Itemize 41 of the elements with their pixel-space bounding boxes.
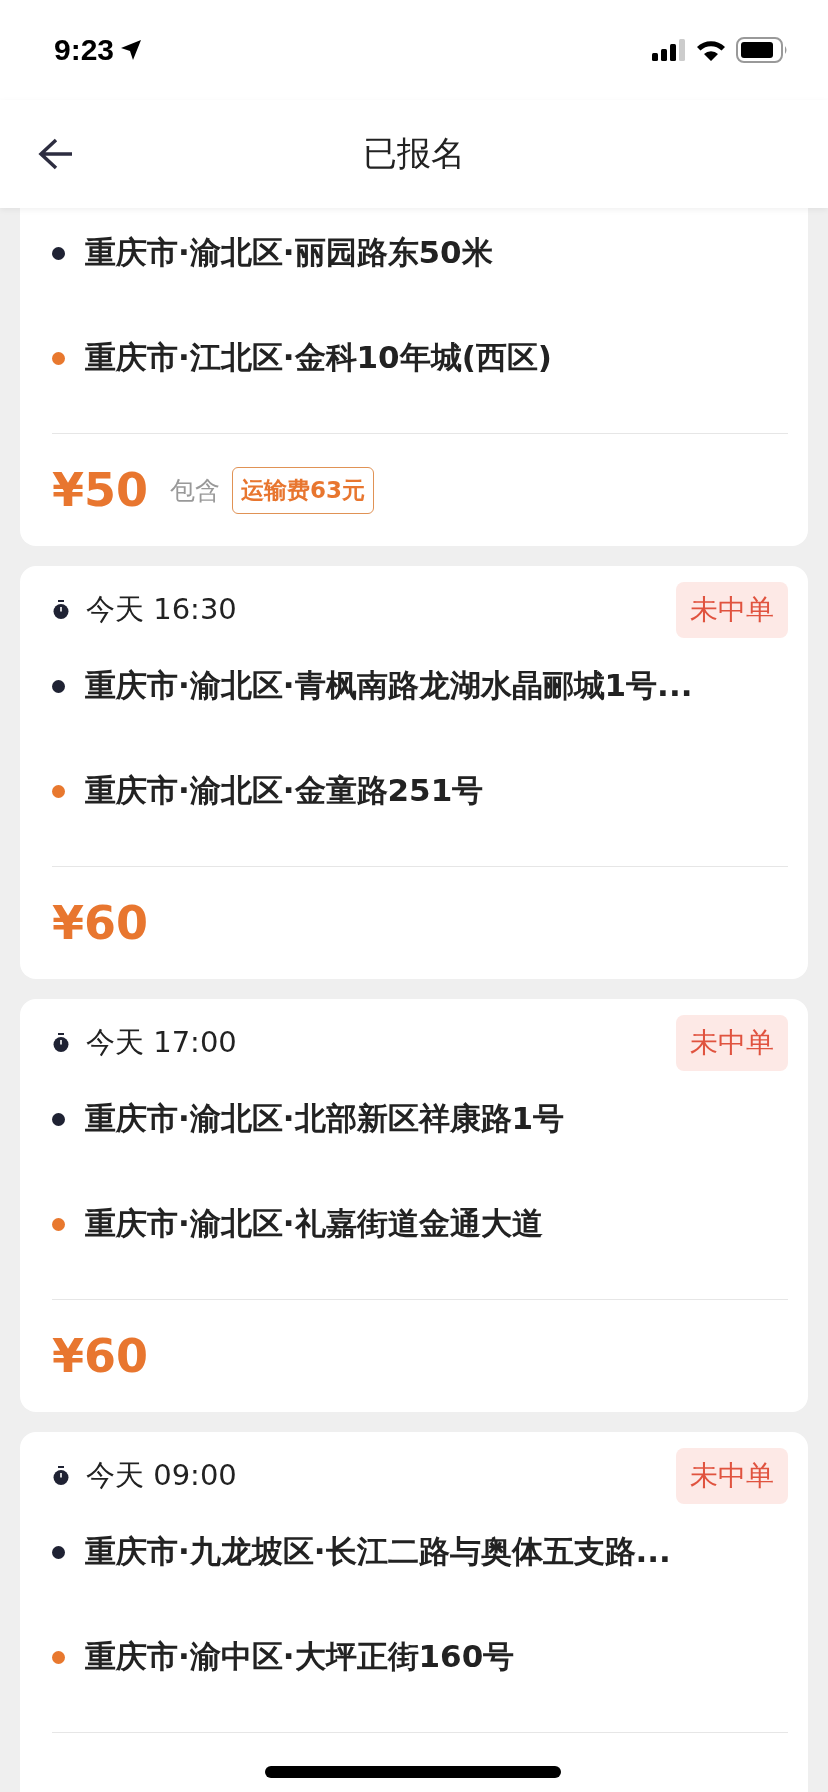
stopwatch-icon [52, 1033, 70, 1053]
stopwatch-icon [52, 600, 70, 620]
price: ¥50 [52, 463, 149, 517]
order-time: 今天 09:00 [86, 1457, 237, 1494]
order-card[interactable]: 今天 09:00 未中单 重庆市·九龙坡区·长江二路与奥体五支路... 重庆市·渝中区·大坪正街160号 [20, 1432, 808, 1792]
origin-dot [52, 679, 65, 693]
destination-dot [52, 1650, 65, 1664]
status-time: 9:23 [54, 33, 115, 67]
order-card[interactable]: 今天 16:30 未中单 重庆市·渝北区·青枫南路龙湖水晶郦城1号... 重庆市·渝北区·金童路251号 ¥60 [20, 566, 808, 979]
origin-address: 重庆市·渝北区·丽园路东50米 [85, 233, 493, 272]
signal-icon [652, 39, 686, 61]
status-badge: 未中单 [676, 582, 788, 638]
location-arrow-icon [120, 39, 143, 61]
order-time: 今天 17:00 [86, 1024, 237, 1061]
origin-address: 重庆市·渝北区·青枫南路龙湖水晶郦城1号... [85, 666, 693, 705]
fee-tag: 运输费63元 [232, 466, 375, 514]
back-arrow-icon[interactable] [38, 137, 74, 171]
destination-dot [52, 784, 65, 798]
status-badge: 未中单 [676, 1015, 788, 1071]
origin-dot [52, 246, 65, 260]
page-title: 已报名 [363, 132, 465, 175]
destination-address: 重庆市·江北区·金科10年城(西区) [85, 338, 553, 377]
includes-label: 包含 [170, 474, 221, 507]
price: ¥60 [52, 1329, 149, 1383]
destination-address: 重庆市·渝北区·金童路251号 [85, 771, 484, 810]
origin-dot [52, 1545, 65, 1559]
origin-address: 重庆市·九龙坡区·长江二路与奥体五支路... [85, 1532, 671, 1571]
origin-dot [52, 1112, 65, 1126]
battery-icon [736, 37, 788, 63]
status-badge: 未中单 [676, 1448, 788, 1504]
destination-address: 重庆市·渝中区·大坪正街160号 [85, 1637, 515, 1676]
order-card[interactable]: 今天 17:00 未中单 重庆市·渝北区·北部新区祥康路1号 重庆市·渝北区·礼嘉街道金通大道 ¥60 [20, 999, 808, 1412]
destination-dot [52, 351, 65, 365]
origin-address: 重庆市·渝北区·北部新区祥康路1号 [85, 1099, 565, 1138]
order-card[interactable]: 重庆市·渝北区·丽园路东50米 重庆市·江北区·金科10年城(西区) ¥50 包含 运输费63元 [20, 208, 808, 546]
destination-dot [52, 1217, 65, 1231]
destination-address: 重庆市·渝北区·礼嘉街道金通大道 [85, 1204, 543, 1243]
price: ¥60 [52, 896, 149, 950]
stopwatch-icon [52, 1466, 70, 1486]
order-time: 今天 16:30 [86, 591, 237, 628]
wifi-icon [696, 39, 726, 61]
